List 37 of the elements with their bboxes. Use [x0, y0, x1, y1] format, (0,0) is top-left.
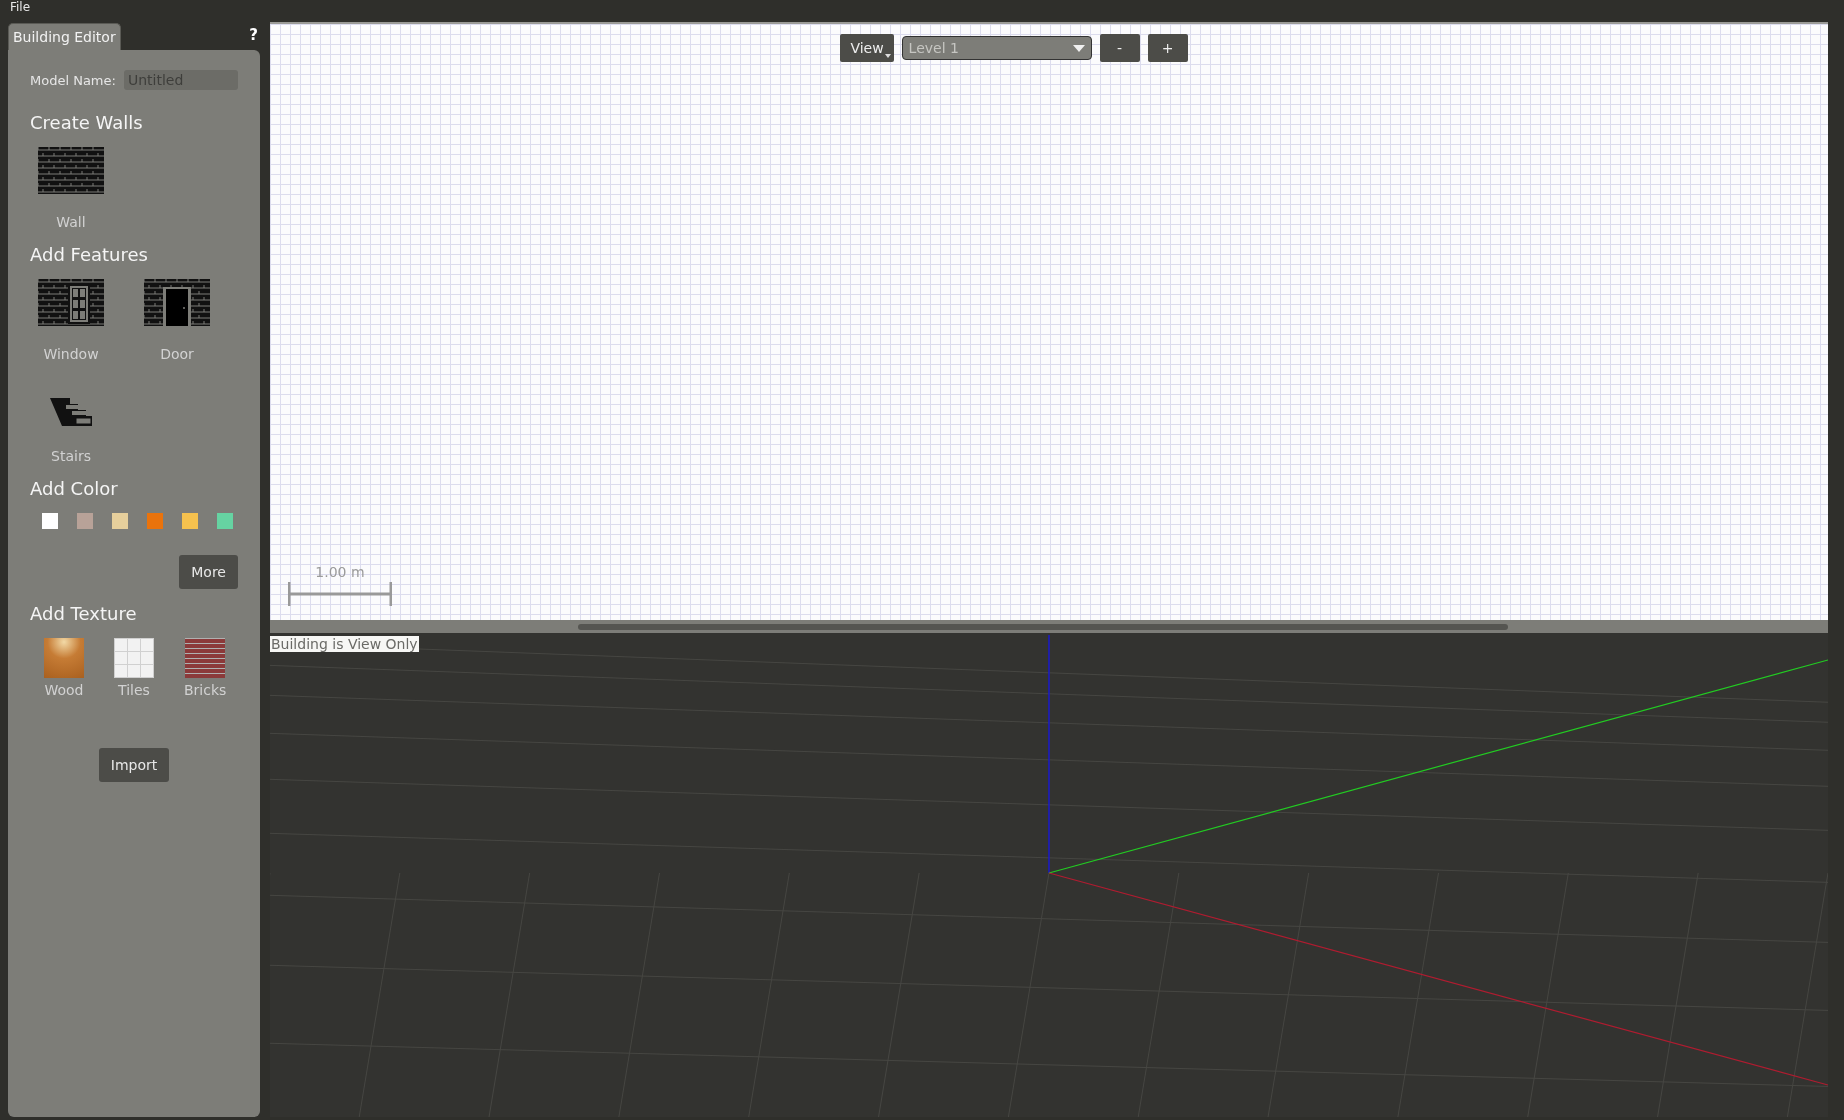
help-button[interactable]: ?: [249, 26, 258, 44]
field-label: Model Name:: [30, 72, 116, 88]
wood-texture-swatch[interactable]: [44, 638, 84, 678]
color-swatch[interactable]: [147, 513, 163, 529]
section-heading: Create Walls: [30, 112, 144, 133]
zoom-out-button[interactable]: -: [1099, 34, 1140, 62]
color-swatch[interactable]: [182, 513, 198, 529]
more-button[interactable]: More: [179, 555, 238, 589]
section-heading: Add Color: [30, 478, 119, 499]
caret-icon: [884, 54, 891, 58]
wall-icon: [38, 147, 104, 194]
texture-label: Bricks: [184, 682, 227, 698]
color-swatch[interactable]: [42, 513, 58, 529]
section-heading: Add Features: [30, 244, 149, 265]
import-button[interactable]: Import: [98, 748, 170, 782]
color-swatch[interactable]: [77, 513, 93, 529]
scale-bar-icon: [288, 582, 392, 606]
caret-icon: [1072, 44, 1085, 52]
3d-scene-view[interactable]: Building is View Only: [270, 633, 1828, 1117]
status-label: Building is View Only: [270, 636, 419, 652]
scrollbar-thumb[interactable]: [578, 623, 1508, 630]
color-swatch[interactable]: [112, 513, 128, 529]
tiles-texture-swatch[interactable]: [114, 638, 154, 678]
door-icon: [144, 279, 210, 326]
stairs-icon: [48, 396, 94, 428]
window-icon: [38, 279, 104, 326]
panel-tab[interactable]: Building Editor: [8, 23, 121, 50]
view-button[interactable]: View: [840, 34, 894, 62]
color-swatch[interactable]: [217, 513, 233, 529]
texture-label: Wood: [44, 682, 84, 698]
bricks-texture-swatch[interactable]: [185, 638, 226, 678]
section-heading: Add Texture: [30, 603, 138, 624]
scale-label: 1.00 m: [315, 564, 365, 580]
floor-plan-canvas[interactable]: View Level 1 - + 1.00 m: [270, 24, 1828, 620]
menu-item[interactable]: File: [10, 0, 31, 14]
texture-label: Tiles: [118, 682, 150, 698]
zoom-in-button[interactable]: +: [1147, 34, 1188, 62]
